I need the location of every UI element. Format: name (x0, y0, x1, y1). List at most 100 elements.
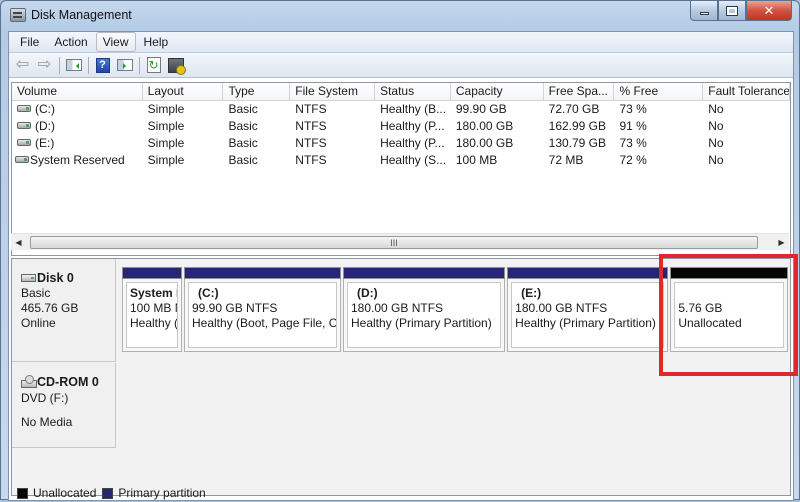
minimize-button[interactable] (690, 1, 718, 21)
column-header-layout[interactable]: Layout (143, 83, 224, 100)
column-header-free-space[interactable]: Free Spa... (544, 83, 615, 100)
close-button[interactable]: ✕ (746, 1, 792, 21)
minimize-icon (699, 12, 709, 15)
disk-state: Online (21, 316, 56, 330)
disk-row-cd-rom-0: CD-ROM 0 DVD (F:) No Media (12, 363, 790, 448)
volume-type: Basic (228, 153, 258, 167)
volume-percent-free: 72 % (619, 153, 647, 167)
show-hide-action-pane-icon (116, 59, 133, 71)
scroll-left-button[interactable]: ◀ (11, 234, 26, 251)
unallocated-bar (670, 267, 788, 279)
maximize-button[interactable] (718, 1, 746, 21)
volume-type: Basic (228, 119, 258, 133)
disk-0-label[interactable]: Disk 0 Basic 465.76 GB Online (12, 259, 116, 362)
volume-type: Basic (228, 136, 258, 150)
volume-layout: Simple (147, 102, 185, 116)
properties-button[interactable] (166, 56, 186, 75)
volume-free-space: 72 MB (548, 153, 584, 167)
disk-type: DVD (F:) (21, 391, 69, 405)
cd-rom-0-label[interactable]: CD-ROM 0 DVD (F:) No Media (12, 363, 116, 448)
back-arrow-icon: ⇦ (15, 56, 30, 73)
column-header-type[interactable]: Type (223, 83, 291, 100)
volume-status: Healthy (B... (380, 102, 447, 116)
menu-file[interactable]: File (13, 32, 46, 52)
volume-fault-tolerance: No (708, 136, 724, 150)
scroll-right-icon: ▶ (778, 238, 785, 247)
legend: Unallocated Primary partition (11, 484, 206, 502)
volume-file-system: NTFS (295, 153, 327, 167)
column-header-capacity[interactable]: Capacity (451, 83, 544, 100)
toolbar-separator (88, 56, 89, 74)
menu-help[interactable]: Help (137, 32, 176, 52)
column-header-percent-free[interactable]: % Free (614, 83, 704, 100)
volume-free-space: 162.99 GB (548, 119, 607, 133)
volume-name: (D:) (35, 119, 55, 133)
volume-fault-tolerance: No (708, 119, 724, 133)
volume-status: Healthy (S... (380, 153, 447, 167)
column-header-status[interactable]: Status (375, 83, 451, 100)
volume-percent-free: 73 % (619, 136, 647, 150)
close-icon: ✕ (763, 2, 775, 18)
primary-partition-bar (122, 267, 182, 279)
maximize-icon (726, 5, 738, 16)
drive-icon (17, 139, 31, 147)
volume-layout: Simple (147, 119, 185, 133)
menu-action[interactable]: Action (47, 32, 94, 52)
unallocated-swatch (17, 487, 28, 499)
volume-fault-tolerance: No (708, 102, 724, 116)
menu-view[interactable]: View (95, 32, 136, 52)
partition-e[interactable]: (E:) 180.00 GB NTFS Healthy (Primary Par… (507, 267, 669, 352)
partition-c[interactable]: (C:) 99.90 GB NTFS Healthy (Boot, Page F… (184, 267, 341, 352)
partition-title: (E:) (521, 286, 542, 300)
toolbar: ⇦ ⇨ ? ↻ (9, 53, 793, 78)
grip-icon: III (390, 237, 398, 248)
partition-title: (C:) (198, 286, 219, 300)
volume-status: Healthy (P... (380, 136, 445, 150)
partition-size: 180.00 GB NTFS (351, 301, 444, 315)
volume-capacity: 180.00 GB (455, 119, 514, 133)
volume-row[interactable]: (C:) Simple Basic NTFS Healthy (B... 99.… (12, 101, 790, 118)
drive-icon (17, 105, 31, 113)
window-title: Disk Management (31, 8, 132, 22)
show-hide-console-tree-icon (65, 59, 82, 71)
refresh-icon: ↻ (146, 57, 161, 73)
partition-size: 180.00 GB NTFS (515, 301, 608, 315)
volume-capacity: 180.00 GB (455, 136, 514, 150)
title-bar[interactable]: Disk Management ✕ (1, 1, 799, 31)
partition-status: Healthy (Boot, Page File, Cr (192, 316, 337, 330)
column-header-file-system[interactable]: File System (290, 83, 376, 100)
partition-status: Healthy ( (130, 316, 178, 330)
properties-icon (167, 57, 186, 75)
volume-list[interactable]: Volume Layout Type File System Status Ca… (11, 82, 791, 256)
column-header-fault-tolerance[interactable]: Fault Tolerance (703, 83, 791, 100)
show-hide-console-tree-button[interactable] (64, 56, 83, 75)
volume-name: (E:) (35, 136, 55, 150)
horizontal-scrollbar[interactable]: ◀ III ▶ (11, 233, 789, 250)
primary-partition-swatch (102, 487, 114, 499)
partition-status: Unallocated (678, 316, 742, 330)
partition-size: 99.90 GB NTFS (192, 301, 278, 315)
help-button[interactable]: ? (93, 56, 112, 75)
primary-partition-bar (343, 267, 506, 279)
volume-row[interactable]: (E:) Simple Basic NTFS Healthy (P... 180… (12, 135, 790, 152)
scrollbar-thumb[interactable]: III (30, 236, 758, 249)
volume-row[interactable]: (D:) Simple Basic NTFS Healthy (P... 180… (12, 118, 790, 135)
disk-size: 465.76 GB (21, 301, 79, 315)
volume-percent-free: 73 % (619, 102, 647, 116)
column-header-volume[interactable]: Volume (12, 83, 143, 100)
partition-d[interactable]: (D:) 180.00 GB NTFS Healthy (Primary Par… (343, 267, 506, 352)
refresh-button[interactable]: ↻ (144, 56, 163, 75)
forward-arrow-icon: ⇨ (37, 56, 52, 73)
partition-unallocated[interactable]: 5.76 GB Unallocated (670, 267, 788, 352)
volume-row[interactable]: System Reserved Simple Basic NTFS Health… (12, 152, 790, 169)
disk-type: Basic (21, 286, 51, 300)
back-button[interactable]: ⇦ (13, 56, 32, 75)
show-hide-action-pane-button[interactable] (115, 56, 134, 75)
toolbar-separator (139, 56, 140, 74)
disk-name: CD-ROM 0 (37, 375, 99, 390)
forward-button[interactable]: ⇨ (35, 56, 54, 75)
scroll-right-button[interactable]: ▶ (774, 234, 789, 251)
volume-file-system: NTFS (295, 119, 327, 133)
legend-unallocated: Unallocated (33, 486, 97, 500)
partition-system-reserved[interactable]: System F 100 MB N Healthy ( (122, 267, 182, 352)
